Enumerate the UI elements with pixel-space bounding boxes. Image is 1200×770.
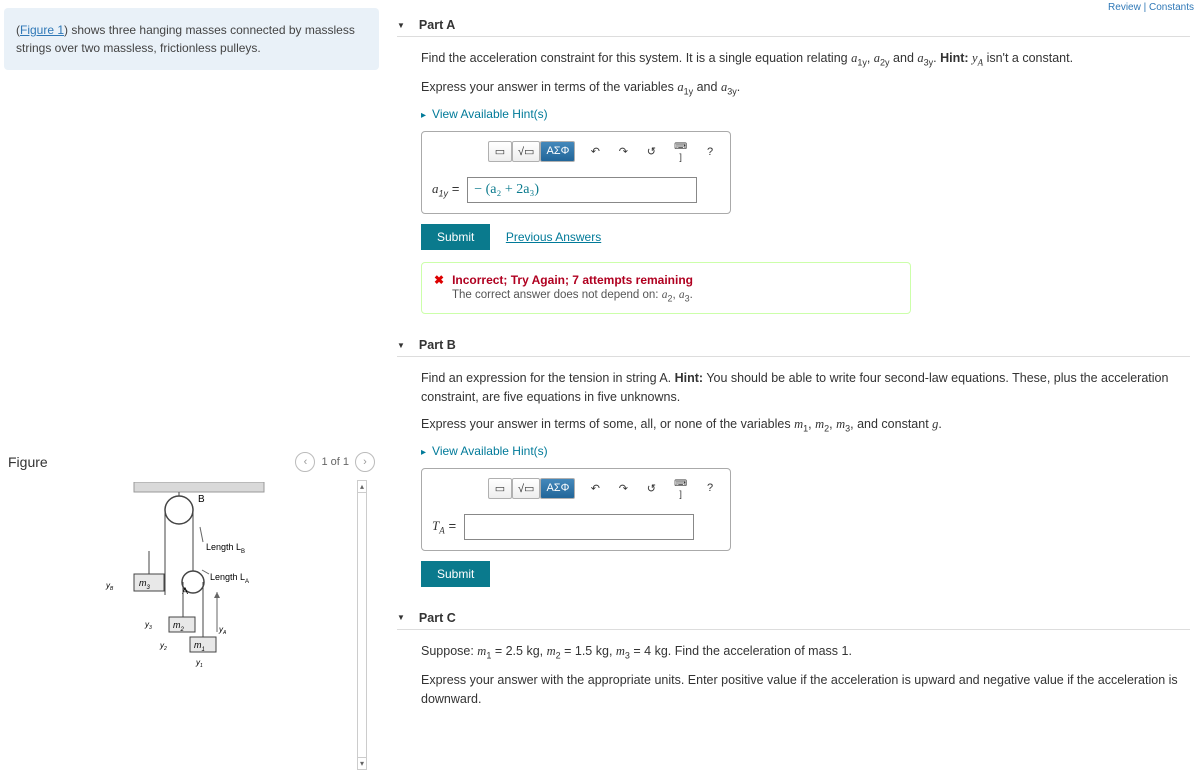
- figure-title: Figure: [8, 454, 48, 470]
- reset-button[interactable]: ↺: [639, 142, 663, 161]
- figure-link[interactable]: Figure 1: [20, 23, 64, 37]
- problem-intro: (Figure 1) shows three hanging masses co…: [4, 8, 379, 70]
- part-b-submit-button[interactable]: Submit: [421, 561, 490, 587]
- template-button[interactable]: ▭: [488, 141, 512, 162]
- svg-text:yA: yA: [218, 625, 227, 636]
- greek-button[interactable]: ΑΣΦ: [540, 478, 575, 499]
- part-b-title: Part B: [419, 338, 456, 352]
- figure-scrollbar[interactable]: ▴ ▾: [357, 480, 367, 770]
- svg-text:Length LB: Length LB: [206, 542, 245, 555]
- svg-text:Length LA: Length LA: [210, 572, 249, 585]
- scroll-down-icon[interactable]: ▾: [358, 757, 366, 769]
- part-b-express: Express your answer in terms of some, al…: [421, 415, 1190, 436]
- part-a-answer-box: ▭ √▭ ΑΣΦ ↶ ↷ ↺ ⌨ ] ? a1y = − (a₂ + 2a₃): [421, 131, 731, 214]
- top-nav-links[interactable]: Review | Constants: [1108, 2, 1194, 13]
- undo-button[interactable]: ↶: [583, 479, 607, 498]
- sqrt-button[interactable]: √▭: [512, 141, 540, 162]
- caret-down-icon: ▼: [397, 21, 405, 30]
- undo-button[interactable]: ↶: [583, 142, 607, 161]
- svg-text:y3: y3: [144, 620, 152, 631]
- redo-button[interactable]: ↷: [611, 479, 635, 498]
- answer-toolbar: ▭ √▭ ΑΣΦ ↶ ↷ ↺ ⌨ ] ?: [422, 132, 730, 171]
- part-b-answer-input[interactable]: [464, 514, 694, 540]
- part-c-prompt: Suppose: m1 = 2.5 kg, m2 = 1.5 kg, m3 = …: [421, 642, 1190, 663]
- answer-toolbar: ▭ √▭ ΑΣΦ ↶ ↷ ↺ ⌨ ] ?: [422, 469, 730, 508]
- caret-down-icon: ▼: [397, 341, 405, 350]
- svg-text:yB: yB: [105, 581, 114, 592]
- part-a-lhs: a1y =: [432, 181, 459, 199]
- part-a-express: Express your answer in terms of the vari…: [421, 78, 1190, 99]
- redo-button[interactable]: ↷: [611, 142, 635, 161]
- part-a-feedback: Incorrect; Try Again; 7 attempts remaini…: [421, 262, 911, 314]
- part-b-hints-toggle[interactable]: View Available Hint(s): [421, 444, 1190, 458]
- help-button[interactable]: ?: [698, 143, 722, 161]
- part-a-hints-toggle[interactable]: View Available Hint(s): [421, 107, 1190, 121]
- svg-text:y1: y1: [195, 658, 203, 669]
- part-c-title: Part C: [419, 611, 456, 625]
- part-c-header[interactable]: ▼ Part C: [397, 607, 1190, 630]
- part-b-header[interactable]: ▼ Part B: [397, 334, 1190, 357]
- keyboard-button[interactable]: ⌨ ]: [667, 475, 694, 502]
- svg-text:y2: y2: [159, 641, 167, 652]
- figure-nav: ‹ 1 of 1 ›: [295, 452, 375, 472]
- reset-button[interactable]: ↺: [639, 479, 663, 498]
- scroll-up-icon[interactable]: ▴: [358, 481, 366, 493]
- part-b-answer-box: ▭ √▭ ΑΣΦ ↶ ↷ ↺ ⌨ ] ? TA =: [421, 468, 731, 551]
- figure-diagram: B m3 Length LB A Length LA m2: [104, 482, 379, 672]
- part-a-title: Part A: [419, 18, 455, 32]
- svg-text:B: B: [198, 494, 205, 505]
- figure-next-button[interactable]: ›: [355, 452, 375, 472]
- part-a-previous-answers-link[interactable]: Previous Answers: [506, 230, 601, 244]
- greek-button[interactable]: ΑΣΦ: [540, 141, 575, 162]
- keyboard-button[interactable]: ⌨ ]: [667, 138, 694, 165]
- caret-down-icon: ▼: [397, 613, 405, 622]
- part-a-header[interactable]: ▼ Part A: [397, 14, 1190, 37]
- part-b-lhs: TA =: [432, 518, 456, 536]
- help-button[interactable]: ?: [698, 479, 722, 497]
- part-a-submit-button[interactable]: Submit: [421, 224, 490, 250]
- part-a-answer-input[interactable]: − (a₂ + 2a₃): [467, 177, 697, 203]
- figure-header: Figure ‹ 1 of 1 ›: [4, 450, 379, 474]
- part-c-express: Express your answer with the appropriate…: [421, 671, 1190, 709]
- feedback-title: Incorrect; Try Again; 7 attempts remaini…: [434, 273, 898, 287]
- figure-position: 1 of 1: [321, 456, 349, 468]
- part-b-prompt: Find an expression for the tension in st…: [421, 369, 1190, 407]
- sqrt-button[interactable]: √▭: [512, 478, 540, 499]
- template-button[interactable]: ▭: [488, 478, 512, 499]
- feedback-body: The correct answer does not depend on: a…: [452, 289, 898, 303]
- part-a-prompt: Find the acceleration constraint for thi…: [421, 49, 1190, 70]
- figure-prev-button[interactable]: ‹: [295, 452, 315, 472]
